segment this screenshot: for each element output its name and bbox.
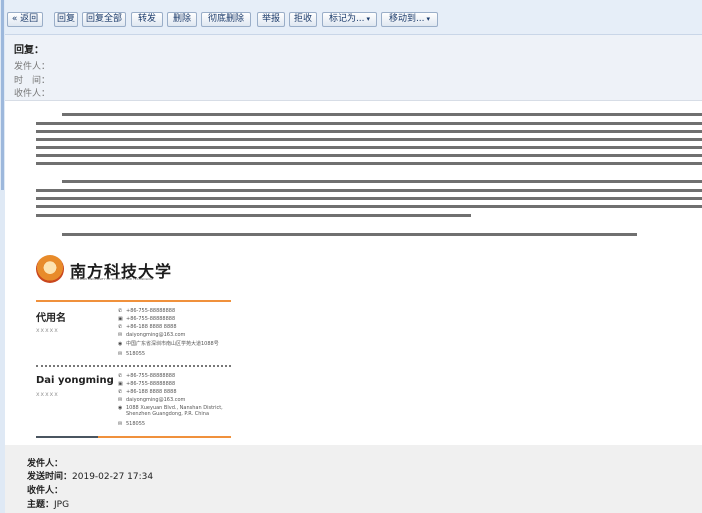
- signature-bottom-rule: [98, 436, 231, 438]
- contact-mobile: ✆ +86-188 8888 8888: [118, 324, 177, 330]
- redacted-line: [62, 113, 702, 116]
- move-to-label: 移动到...: [388, 14, 425, 24]
- contact-address: ◉ 中国广东省深圳市南山区学苑大道1088号: [118, 341, 219, 347]
- postcode-icon: ✉: [118, 351, 123, 357]
- fax-icon: ▣: [118, 381, 123, 387]
- redacted-line: [36, 189, 702, 192]
- contact-office-phone: ✆ +86-755-88888888: [118, 373, 176, 379]
- contact-email: ✉ daiyongming@163.com: [118, 397, 186, 403]
- to-label: 收件人：: [14, 89, 51, 99]
- mail-header: 回复： 发件人： 时 间： 收件人：: [5, 35, 702, 100]
- contact-address-line2: Shenzhen Guangdong, P.R. China: [126, 411, 210, 417]
- forward-button[interactable]: 转发: [131, 12, 163, 27]
- mark-as-dropdown[interactable]: 标记为... ▾: [322, 12, 377, 27]
- delete-button[interactable]: 删除: [167, 12, 197, 27]
- contact-email: ✉ daiyongming@163.com: [118, 332, 186, 338]
- report-button[interactable]: 举报: [257, 12, 285, 27]
- phone-icon: ✆: [118, 373, 123, 379]
- contact-postcode: ✉ 518055: [118, 421, 146, 427]
- mail-subject: 回复：: [14, 45, 44, 56]
- quoted-sent-time: 发送时间：2019-02-27 17:34: [27, 472, 154, 482]
- fax-icon: ▣: [118, 316, 123, 322]
- reject-button[interactable]: 拒收: [289, 12, 317, 27]
- email-icon: ✉: [118, 332, 123, 338]
- quoted-sent-value: 2019-02-27 17:34: [72, 472, 154, 482]
- chevron-down-icon: ▾: [366, 15, 371, 23]
- quoted-subject: 主题：JPG: [27, 500, 70, 510]
- quoted-message-header: 发件人： 发送时间：2019-02-27 17:34 收件人： 主题：JPG: [5, 445, 702, 513]
- redacted-line: [36, 214, 471, 217]
- university-emblem-icon: [36, 255, 64, 283]
- left-accent-bar: [1, 0, 4, 190]
- chevron-down-icon: ▾: [426, 15, 431, 23]
- phone-icon: ✆: [118, 308, 123, 314]
- mail-toolbar: « 返回 回复 回复全部 转发 删除 彻底删除 举报 拒收 标记为... ▾ 移动…: [5, 0, 702, 35]
- contact-fax: ▣ +86-755-88888888: [118, 316, 176, 322]
- redacted-line: [36, 162, 702, 165]
- quoted-to: 收件人：: [27, 486, 64, 496]
- contact-fax: ▣ +86-755-88888888: [118, 381, 176, 387]
- mobile-icon: ✆: [118, 389, 123, 395]
- redacted-line: [62, 233, 637, 236]
- permanent-delete-button[interactable]: 彻底删除: [201, 12, 251, 27]
- signature-title-en: xxxxx: [36, 391, 59, 398]
- quoted-from: 发件人：: [27, 459, 64, 469]
- email-icon: ✉: [118, 397, 123, 403]
- redacted-line: [36, 138, 702, 141]
- redacted-line: [36, 154, 702, 157]
- contact-office-phone: ✆ +86-755-88888888: [118, 308, 176, 314]
- signature-title-cn: xxxxx: [36, 327, 59, 334]
- contact-postcode: ✉ 518055: [118, 351, 146, 357]
- redacted-line: [36, 205, 702, 208]
- from-label: 发件人：: [14, 62, 51, 72]
- reply-all-button[interactable]: 回复全部: [82, 12, 126, 27]
- postcode-icon: ✉: [118, 421, 123, 427]
- back-button[interactable]: « 返回: [7, 12, 43, 27]
- mark-as-label: 标记为...: [328, 14, 365, 24]
- redacted-line: [36, 130, 702, 133]
- contact-mobile: ✆ +86-188 8888 8888: [118, 389, 177, 395]
- quoted-subject-value: JPG: [54, 500, 70, 510]
- redacted-line: [36, 146, 702, 149]
- signature-bottom-rule-dark: [36, 436, 98, 438]
- redacted-line: [36, 197, 702, 200]
- signature-top-rule: [36, 300, 231, 302]
- reply-button[interactable]: 回复: [54, 12, 78, 27]
- time-label: 时 间：: [14, 76, 51, 86]
- redacted-line: [62, 180, 702, 183]
- mobile-icon: ✆: [118, 324, 123, 330]
- university-name-en: SOUTHERN UNIVERSITY OF SCIENCE AND TECHN…: [70, 277, 154, 281]
- move-to-dropdown[interactable]: 移动到... ▾: [381, 12, 438, 27]
- redacted-line: [36, 122, 702, 125]
- signature-name-cn: 代用名: [36, 313, 66, 324]
- location-icon: ◉: [118, 341, 123, 347]
- signature-divider: [36, 365, 231, 367]
- header-divider: [5, 100, 702, 101]
- signature-name-en: Dai yongming: [36, 375, 114, 386]
